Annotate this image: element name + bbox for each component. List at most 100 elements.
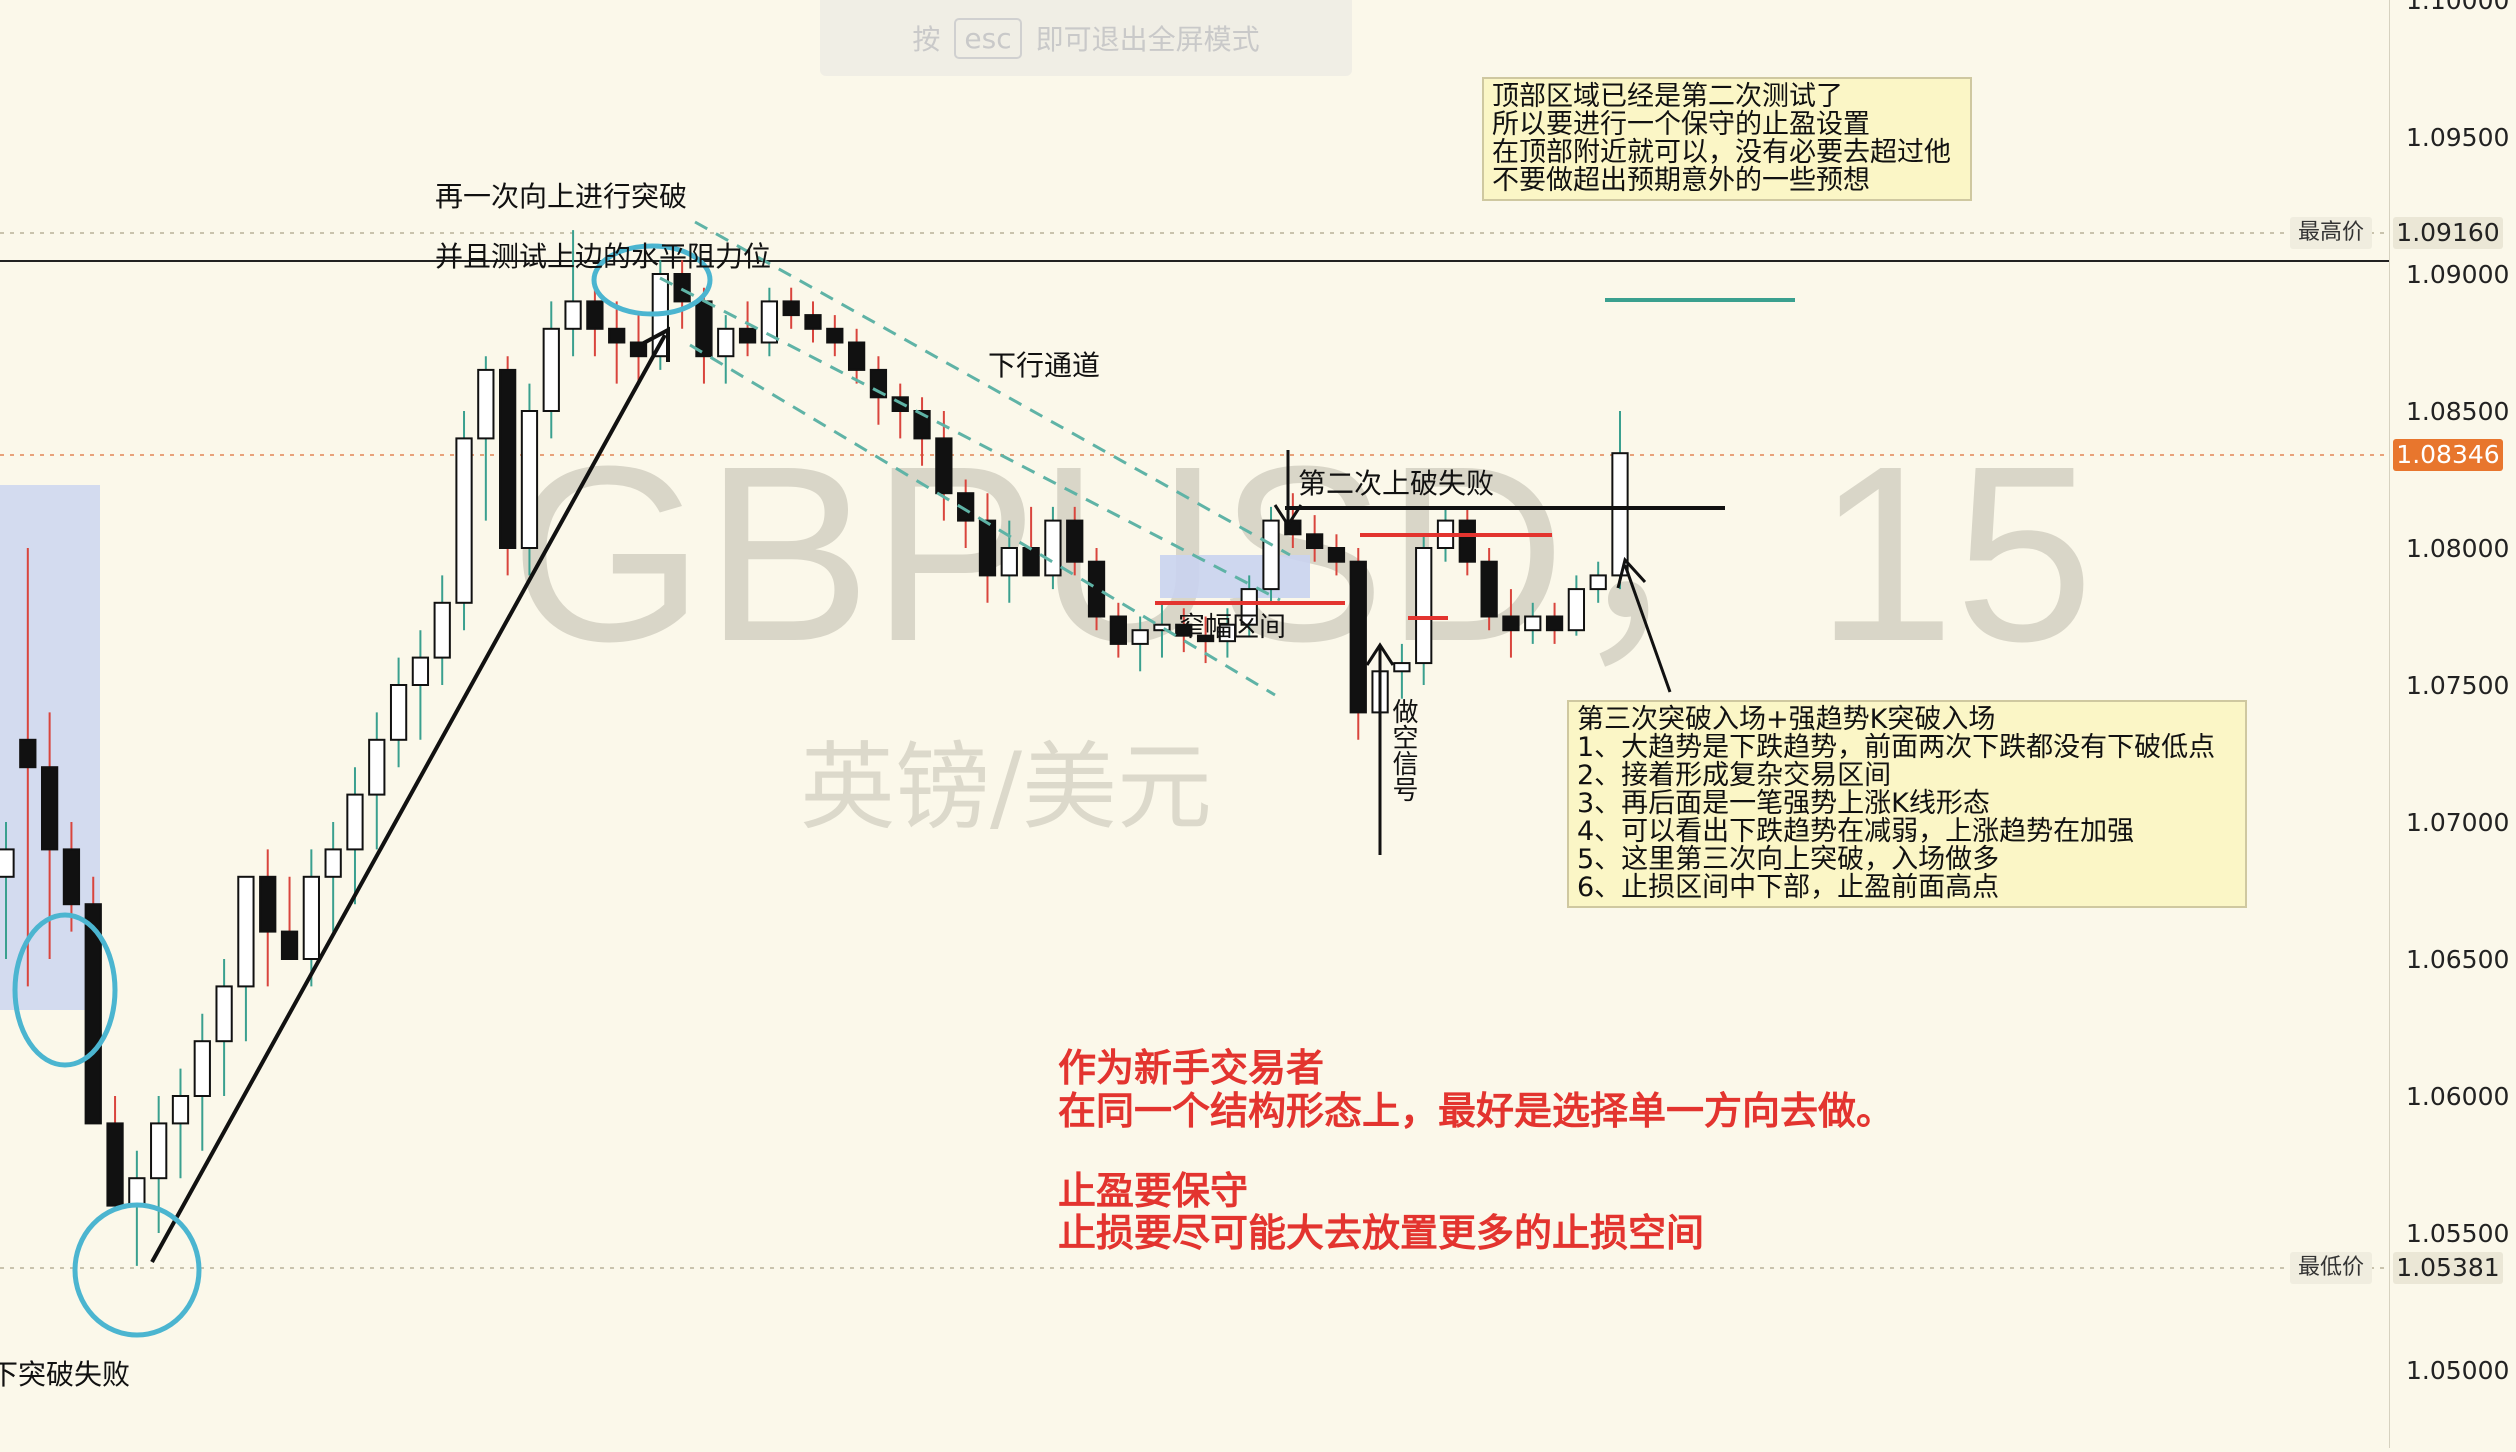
- candle-up: [542, 327, 560, 412]
- candle-up: [1567, 588, 1586, 632]
- candle-down: [826, 327, 844, 344]
- candle-down: [106, 1122, 124, 1207]
- candle-down: [935, 437, 953, 495]
- candle-up: [717, 327, 735, 358]
- candle-down: [499, 368, 517, 549]
- candle-down: [695, 300, 713, 358]
- price-tick-label: 1.08000: [2406, 534, 2510, 563]
- candle-up: [368, 738, 386, 796]
- candle-down: [782, 300, 800, 317]
- entry-note-line-2: 1、大趋势是下跌趋势，前面两次下跌都没有下破低点: [1577, 732, 2216, 763]
- candle-down: [1327, 547, 1346, 563]
- candle-up: [411, 656, 430, 686]
- low-price-badge: 1.05381: [2393, 1252, 2503, 1284]
- advice-line-5: 止损要尽可能大去放置更多的止损空间: [1058, 1211, 1705, 1255]
- hint-suffix: 即可退出全屏模式: [1035, 23, 1260, 56]
- second-break-fail-annotation: 第二次上破失败: [1298, 467, 1495, 500]
- top-note-box: 顶部区域已经是第二次测试了 所以要进行一个保守的止盈设置 在顶部附近就可以，没有…: [1482, 77, 1972, 201]
- candle-up: [1000, 547, 1018, 577]
- advice-line-1: 作为新手交易者: [1058, 1046, 1325, 1090]
- candle-up: [455, 437, 473, 604]
- entry-note-line-5: 4、可以看出下跌趋势在减弱，上涨趋势在加强: [1577, 816, 2135, 847]
- top-note-line-1: 顶部区域已经是第二次测试了: [1492, 81, 1843, 112]
- candle-up: [171, 1095, 190, 1125]
- candle-down: [280, 930, 299, 960]
- entry-note-line-6: 5、这里第三次向上突破，入场做多: [1577, 844, 2000, 875]
- trading-chart[interactable]: GBPUSD，15 英镑/美元 按 esc 即可退出全屏模式 再一次向上进行突破…: [0, 0, 2516, 1448]
- candle-up: [389, 684, 408, 741]
- entry-note-line-1: 第三次突破入场+强趋势K突破入场: [1577, 704, 1996, 735]
- candle-up: [1262, 519, 1280, 591]
- price-tick-label: 1.09000: [2406, 260, 2510, 289]
- candle-up: [1611, 452, 1629, 577]
- candle-down: [1306, 533, 1324, 549]
- entry-note-line-3: 2、接着形成复杂交易区间: [1577, 760, 1892, 791]
- breakout-line-2: 并且测试上边的水平阻力位: [435, 240, 772, 273]
- watermark-name: 英镑/美元: [800, 733, 1212, 843]
- hint-prefix: 按: [912, 23, 941, 56]
- candle-up: [324, 848, 342, 878]
- candle-down: [1066, 519, 1084, 563]
- left-fail-annotation: 下突破失败: [0, 1358, 131, 1391]
- advice-line-2: 在同一个结构形态上，最好是选择单一方向去做。: [1058, 1089, 1895, 1133]
- candle-up: [1415, 547, 1433, 665]
- entry-note-line-4: 3、再后面是一笔强势上涨K线形态: [1577, 788, 1990, 819]
- candle-down: [847, 341, 866, 371]
- candle-up: [1393, 662, 1411, 673]
- candle-down: [738, 327, 757, 344]
- advice-line-4: 止盈要保守: [1058, 1169, 1249, 1213]
- candle-down: [62, 848, 81, 906]
- candle-up: [150, 1122, 168, 1180]
- breakout-annotation: 再一次向上进行突破 并且测试上边的水平阻力位: [435, 152, 771, 302]
- candle-down: [1502, 615, 1520, 632]
- entry-note-line-7: 6、止损区间中下部，止盈前面高点: [1577, 872, 2000, 903]
- price-tick-label: 1.09500: [2406, 123, 2510, 152]
- candle-down: [1109, 615, 1127, 645]
- high-price-label: 最高价: [2290, 217, 2373, 249]
- top-note-line-2: 所以要进行一个保守的止盈设置: [1492, 109, 1870, 140]
- high-price-badge: 1.09160: [2393, 217, 2503, 249]
- price-tick-label: 1.10000: [2406, 0, 2510, 15]
- candle-up: [1524, 615, 1542, 632]
- price-tick-label: 1.07500: [2406, 671, 2510, 700]
- candle-up: [128, 1177, 146, 1207]
- breakout-line-1: 再一次向上进行突破: [435, 180, 688, 213]
- candle-down: [1480, 560, 1498, 618]
- candle-down: [1545, 615, 1564, 632]
- candle-down: [586, 300, 604, 330]
- esc-key: esc: [954, 17, 1022, 59]
- candle-up: [1131, 629, 1149, 645]
- candle-up: [520, 410, 539, 549]
- candle-up: [346, 793, 364, 851]
- candle-down: [1087, 560, 1106, 618]
- price-tick-label: 1.06500: [2406, 945, 2510, 974]
- low-price-label: 最低价: [2290, 1252, 2373, 1284]
- price-tick-label: 1.06000: [2406, 1082, 2510, 1111]
- candle-down: [40, 766, 59, 851]
- candle-up: [302, 875, 320, 960]
- candle-up: [433, 601, 451, 659]
- price-tick-label: 1.05500: [2406, 1219, 2510, 1248]
- narrow-range-zone: [1160, 555, 1310, 598]
- channel-annotation: 下行通道: [988, 349, 1101, 382]
- candle-down: [1458, 519, 1476, 563]
- candle-up: [564, 300, 582, 330]
- candle-down: [804, 314, 822, 330]
- current-price-badge: 1.08346: [2393, 439, 2503, 471]
- price-tick-label: 1.08500: [2406, 397, 2510, 426]
- short-signal-annotation: 做空信号: [1388, 698, 1418, 802]
- candle-up: [1589, 574, 1607, 591]
- top-note-line-4: 不要做超出预期意外的一些预想: [1492, 165, 1870, 196]
- candle-up: [477, 368, 495, 440]
- candle-up: [1044, 519, 1062, 577]
- narrow-range-annotation: 窄幅区间: [1178, 612, 1286, 643]
- candle-down: [259, 875, 277, 933]
- candle-up: [215, 985, 233, 1043]
- candle-down: [1022, 547, 1040, 577]
- candle-down: [608, 327, 626, 344]
- candle-up: [237, 875, 255, 988]
- top-note-line-3: 在顶部附近就可以，没有必要去超过他: [1492, 137, 1951, 168]
- candle-down: [19, 738, 37, 769]
- price-tick-label: 1.07000: [2406, 808, 2510, 837]
- candle-down: [1349, 560, 1367, 714]
